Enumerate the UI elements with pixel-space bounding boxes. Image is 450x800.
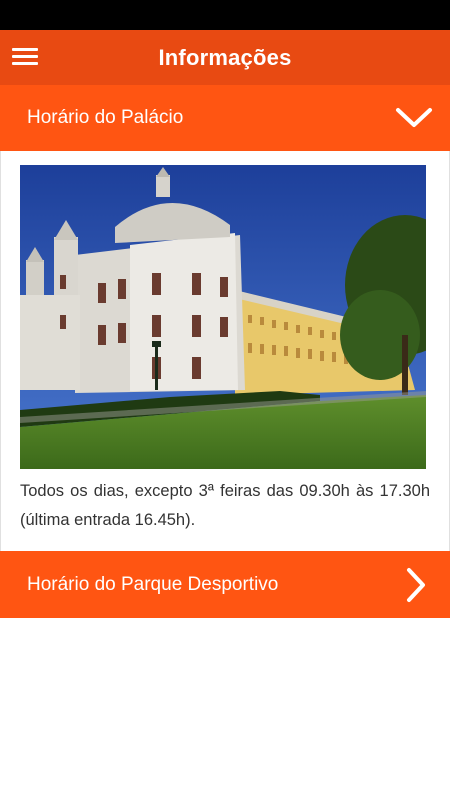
section-label: Horário do Parque Desportivo xyxy=(27,573,279,595)
chevron-right-icon[interactable] xyxy=(404,567,428,603)
section-header-parque-desportivo[interactable]: Horário do Parque Desportivo xyxy=(0,551,450,618)
section-header-palacio[interactable]: Horário do Palácio xyxy=(0,85,450,151)
status-bar xyxy=(0,0,450,30)
page-title: Informações xyxy=(158,44,292,70)
chevron-down-icon[interactable] xyxy=(395,105,433,131)
hamburger-menu-icon[interactable] xyxy=(12,46,38,68)
section-panel-palacio: Todos os dias, excepto 3ª feiras das 09.… xyxy=(0,151,450,551)
palace-hours-text: Todos os dias, excepto 3ª feiras das 09.… xyxy=(20,482,430,529)
section-label: Horário do Palácio xyxy=(27,107,184,128)
palace-photo xyxy=(20,165,426,469)
app-bar: Informações xyxy=(0,30,450,85)
